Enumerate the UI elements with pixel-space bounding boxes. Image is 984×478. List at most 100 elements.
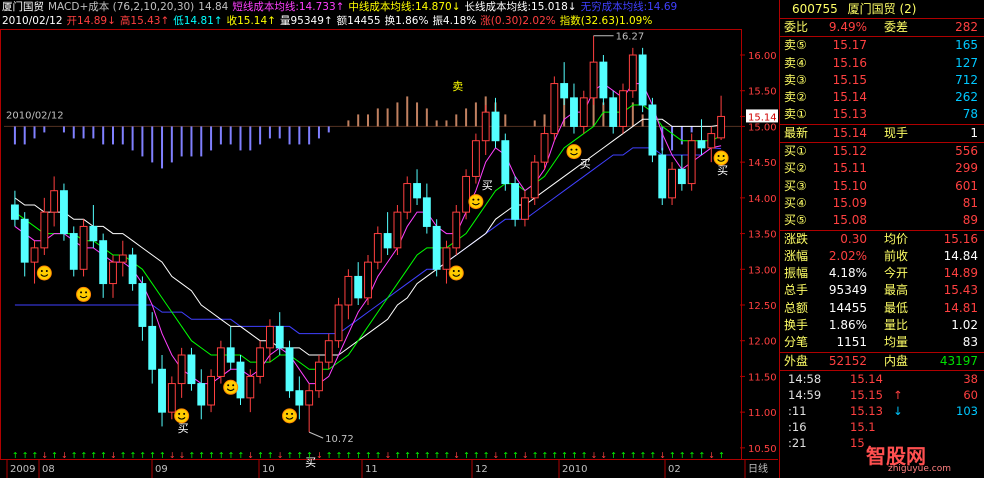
smiley-eye (45, 270, 48, 272)
signal-arrow: ↑ (620, 451, 627, 460)
signal-arrow: ↓ (179, 451, 186, 460)
signal-arrow: ↓ (522, 451, 529, 460)
buy-row-2-v2: 299 (955, 161, 978, 176)
left-date-label: 2010/02/12 (6, 110, 64, 121)
tick-p: 15.14 (850, 371, 883, 386)
smiley-eye (291, 412, 294, 415)
candle-body (118, 254, 127, 263)
signal-arrow: ↓ (169, 451, 176, 460)
signal-arrow: ↑ (198, 451, 205, 460)
candle-body (707, 133, 716, 149)
signal-arrow: ↑ (120, 451, 127, 460)
smiley-eye (85, 291, 88, 294)
candle-body (560, 83, 569, 99)
waipan-value: 52152 (828, 353, 867, 368)
candle-body (364, 261, 372, 299)
signal-arrow: ↑ (32, 451, 39, 460)
stat-row-4-v2: 14.81 (943, 300, 978, 315)
candle-body (207, 375, 216, 406)
tick-list[interactable]: 14:58 15.14 38 14:59 15.15 ↑ 60:11 15.13 ↓ 103:16… (780, 369, 984, 451)
candle-body (305, 390, 314, 406)
signal-arrow: ↑ (394, 451, 401, 460)
candle-body (638, 54, 647, 106)
buy-marker: 买 (580, 158, 591, 171)
candle-body (413, 183, 421, 199)
candle-body (109, 261, 117, 285)
buy-row-5-lbl: 买⑤ (784, 213, 807, 228)
stock-tag: (2) (899, 2, 917, 16)
smiley-eye (40, 270, 43, 272)
signal-arrow: ↑ (610, 451, 617, 460)
tick-row: 14:59 15.15 ↑ 60 (780, 387, 984, 403)
tick-t: 14:59 (788, 387, 822, 402)
price-axis-label: 16.00 (748, 51, 777, 62)
signal-arrow: ↓ (600, 451, 607, 460)
signal-arrow: ↑ (326, 451, 333, 460)
buy-row-1-v2: 556 (955, 144, 978, 159)
smiley-eye (477, 198, 480, 201)
buy-row-1: 买① 15.12 556 (780, 143, 984, 160)
signal-arrow: ↑ (698, 451, 705, 460)
candle-body (236, 361, 245, 399)
buy-row-3-v2: 601 (955, 178, 978, 193)
candle-body (246, 375, 255, 399)
signal-arrow: ↑ (718, 451, 725, 460)
signal-arrow: ↑ (218, 451, 225, 460)
candle-body (30, 247, 39, 263)
smiley-eye (457, 270, 460, 272)
candle-body (99, 240, 108, 285)
signal-arrow: ↑ (237, 451, 244, 460)
stat-row-1: 涨幅 2.02% 前收 14.84 (780, 248, 984, 265)
plot-frame (0, 29, 742, 460)
stat-row-0-v1: 0.30 (840, 231, 867, 246)
signal-arrow: ↑ (424, 451, 431, 460)
sell-row-5-v1: 15.17 (832, 38, 867, 53)
stat-row-5-lbl: 换手 (784, 318, 809, 333)
price-axis-label: 12.50 (748, 301, 777, 312)
tick-t: :21 (788, 435, 807, 450)
smiley-icon (36, 265, 52, 281)
signal-arrow: ↑ (149, 451, 156, 460)
sell-row-1: 卖① 15.13 78 (780, 106, 984, 123)
signal-arrow: ↑ (71, 451, 78, 460)
candlestick-plot[interactable]: 买买买买 买卖16.2710.722010/02/1216.0015.5015.1… (0, 0, 778, 478)
signal-arrow: ↑ (483, 451, 490, 460)
candle-body (226, 347, 235, 363)
candle-body (128, 254, 137, 285)
tick-p: 15.1 (850, 419, 876, 434)
tick-a: ↓ (893, 403, 903, 418)
candle-body (422, 197, 431, 227)
kline-chart[interactable]: 厦门国贸 MACD+成本 (76,2,10,20,30) 14.84 短线成本均线:1… (0, 0, 778, 478)
candle-body (197, 383, 206, 406)
candle-body (89, 225, 98, 242)
sell-row-2-lbl: 卖② (784, 90, 807, 105)
candle-body (520, 197, 529, 220)
candle-body (619, 90, 627, 127)
date-axis-label: 02 (668, 464, 681, 475)
candle-body (609, 97, 618, 127)
sell-row-5-v2: 165 (955, 38, 978, 53)
sell-row-4-lbl: 卖④ (784, 55, 807, 70)
signal-arrow: ↑ (463, 451, 470, 460)
stat-row-5-v2: 1.02 (951, 318, 978, 333)
smiley-eye (178, 412, 181, 415)
candle-body (148, 325, 157, 370)
sell-row-5: 卖⑤ 15.17 165 (780, 37, 984, 54)
price-axis-label: 11.00 (748, 408, 777, 419)
candle-body (403, 183, 412, 213)
candle-body (687, 140, 696, 185)
candle-body (334, 304, 343, 342)
smiley-icon (223, 379, 239, 395)
signal-arrow: ↓ (110, 451, 117, 460)
buy-row-3-lbl: 买③ (784, 178, 807, 193)
candle-body (10, 204, 19, 220)
buy-row-2-v1: 15.11 (832, 161, 867, 176)
candle-body (50, 190, 59, 213)
tick-p: 15.13 (850, 403, 883, 418)
weibi-row: 委比 9.49% 委差 282 (780, 19, 984, 36)
buy-row-3-v1: 15.10 (832, 178, 867, 193)
candle-body (383, 233, 392, 249)
signal-arrow: ↑ (139, 451, 146, 460)
signal-arrow: ↑ (473, 451, 480, 460)
candle-body (501, 140, 510, 185)
